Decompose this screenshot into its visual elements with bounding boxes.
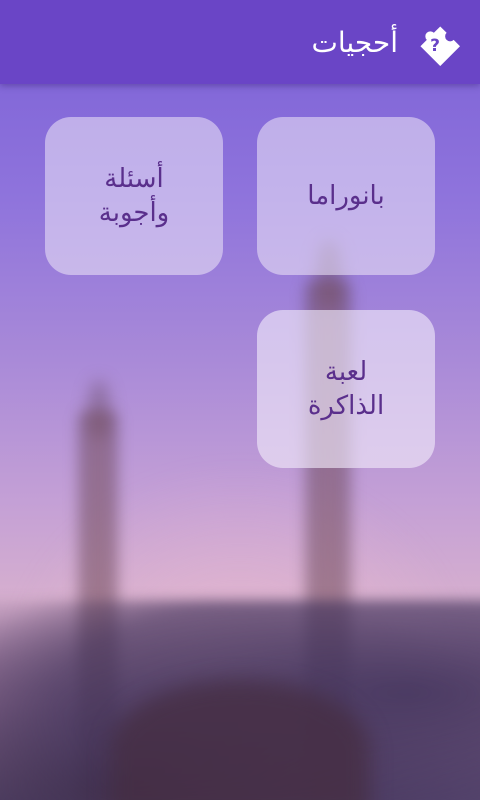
action-bar: أحجيات ? — [0, 0, 480, 84]
tile-panorama-label: بانوراما — [307, 181, 385, 211]
tile-memory-game-label: لعبة الذاكرة — [307, 357, 385, 421]
app-title: أحجيات — [311, 25, 398, 59]
tile-questions-answers-label: أسئلة وأجوبة — [98, 164, 170, 228]
tile-panorama[interactable]: بانوراما — [257, 117, 435, 275]
tile-memory-game[interactable]: لعبة الذاكرة — [257, 310, 435, 468]
puzzle-question-icon[interactable]: ? — [412, 18, 460, 66]
tile-questions-answers[interactable]: أسئلة وأجوبة — [45, 117, 223, 275]
svg-text:?: ? — [430, 36, 440, 56]
